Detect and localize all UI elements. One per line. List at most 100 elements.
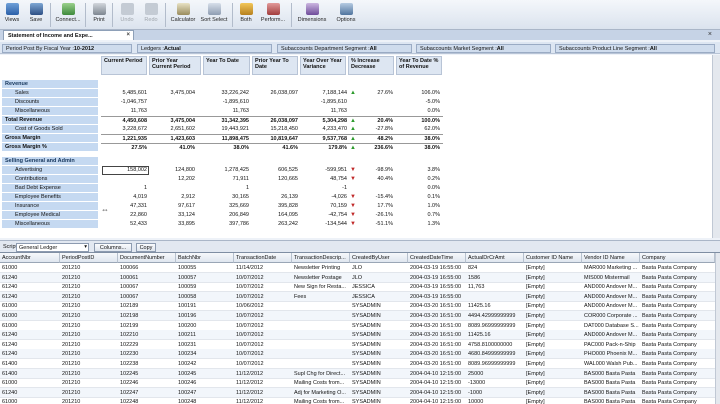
pivot-value-cell[interactable]: 33,226,242 xyxy=(221,90,249,96)
pivot-value-cell[interactable]: 1,278,425 xyxy=(225,167,249,173)
pivot-value-cell[interactable]: 12,202 xyxy=(178,176,195,182)
pivot-value-cell[interactable]: 2,651,602 xyxy=(171,126,195,132)
pivot-value-cell[interactable]: 26,038,097 xyxy=(270,118,298,124)
pivot-value-cell[interactable]: -15.4% xyxy=(376,194,393,200)
pivot-column-header[interactable]: Year Over Year Variance xyxy=(300,56,346,75)
grid-column-header[interactable]: Vendor ID Name xyxy=(582,253,640,263)
pivot-value-cell[interactable]: 325,669 xyxy=(229,203,249,209)
table-row[interactable]: 61240 201210 100067 100059 10/07/2012 New Sig… xyxy=(0,282,715,293)
table-row[interactable]: 61000 201210 102246 100246 11/12/2012 Mailing… xyxy=(0,378,715,389)
pivot-column-header[interactable]: % Increase Decrease xyxy=(348,56,394,75)
pivot-column-header[interactable]: Year To Date xyxy=(203,56,250,75)
grid-column-header[interactable]: PeriodPostID xyxy=(60,253,118,263)
pivot-row-label[interactable]: Total Revenue xyxy=(2,116,98,125)
filter-1[interactable]: Ledgers :Actual xyxy=(137,44,272,53)
pivot-value-cell[interactable]: 71,911 xyxy=(233,176,249,182)
pivot-value-cell[interactable]: 236.6% xyxy=(374,145,393,151)
pivot-value-cell[interactable]: 120,665 xyxy=(278,176,298,182)
table-row[interactable]: 61000 201210 102189 100191 10/06/2012 SYSADMI… xyxy=(0,301,715,312)
pivot-value-cell[interactable]: 11,763 xyxy=(331,108,347,114)
close-window-icon[interactable]: × xyxy=(708,31,712,38)
pivot-value-cell[interactable]: -1,895,610 xyxy=(223,99,249,105)
pivot-row-label[interactable]: Employee Medical xyxy=(2,211,98,220)
pivot-value-cell[interactable]: 33,124 xyxy=(178,212,195,218)
table-row[interactable]: 61400 201210 102245 100245 11/12/2012 Supl Ch… xyxy=(0,368,715,379)
pivot-value-cell[interactable]: 11,763 xyxy=(233,108,249,114)
pivot-value-cell[interactable]: 7,188,144 xyxy=(323,90,347,96)
table-row[interactable]: 61240 201210 102247 100247 11/12/2012 Adj for… xyxy=(0,387,715,398)
pivot-value-cell[interactable]: -1 xyxy=(342,185,347,191)
pivot-value-cell[interactable]: -42,754 xyxy=(328,212,347,218)
pivot-value-cell[interactable]: 4,019 xyxy=(133,194,147,200)
grid-column-header[interactable]: TransactionDescrip... xyxy=(292,253,350,263)
columns-button[interactable]: Columns... xyxy=(94,243,132,252)
pivot-row-label[interactable]: Gross Margin % xyxy=(2,143,98,152)
pivot-row-label[interactable]: Insurance xyxy=(2,202,98,211)
pivot-row-label[interactable]: Selling General and Admin xyxy=(2,157,98,166)
tab-statement-of-income[interactable]: Statement of Income and Expe... × xyxy=(3,30,134,40)
grid-column-header[interactable]: Customer ID Name xyxy=(524,253,582,263)
pivot-value-cell[interactable]: 38.0% xyxy=(233,145,249,151)
pivot-value-cell[interactable]: 1 xyxy=(246,185,249,191)
pivot-value-cell[interactable]: 27.6% xyxy=(377,90,393,96)
table-row[interactable]: 61240 201210 100067 100058 10/07/2012 Fees JES… xyxy=(0,291,715,302)
pivot-value-cell[interactable]: -1,046,757 xyxy=(121,99,147,105)
pivot-value-cell[interactable]: 1.3% xyxy=(427,221,440,227)
pivot-value-cell[interactable]: 0.1% xyxy=(427,194,440,200)
pivot-value-cell[interactable]: 0.2% xyxy=(427,176,440,182)
grid-column-header[interactable]: BatchNbr xyxy=(176,253,234,263)
script-select[interactable]: General Ledger ▾ xyxy=(16,243,89,252)
filter-0[interactable]: Period Post By Fiscal Year :10-2012 xyxy=(2,44,132,53)
pivot-value-cell[interactable]: -599,951 xyxy=(325,167,347,173)
pivot-value-cell[interactable]: -51.1% xyxy=(376,221,393,227)
pivot-value-cell[interactable]: 41.0% xyxy=(179,145,195,151)
pivot-row-label[interactable]: Contributions xyxy=(2,175,98,184)
pivot-column-header[interactable]: Prior Year Current Period xyxy=(149,56,201,75)
pivot-row-label[interactable]: Gross Margin xyxy=(2,134,98,143)
print-button[interactable]: Print xyxy=(88,0,110,30)
pivot-vertical-scrollbar[interactable] xyxy=(712,55,720,238)
pivot-value-cell[interactable]: 179.8% xyxy=(328,145,347,151)
filter-2[interactable]: Subaccounts Department Segment :All xyxy=(277,44,412,53)
table-row[interactable]: 61000 201210 102198 100196 10/07/2012 SYSADMI… xyxy=(0,311,715,321)
pivot-column-header[interactable]: Current Period xyxy=(101,56,147,75)
pivot-value-cell[interactable]: 27.5% xyxy=(131,145,147,151)
grid-column-header[interactable]: CreatedByUser xyxy=(350,253,408,263)
pivot-value-cell[interactable]: 2,912 xyxy=(181,194,195,200)
table-row[interactable]: 61240 201210 100061 100057 10/07/2012 Newslet… xyxy=(0,272,715,283)
pivot-row-label[interactable]: Miscellaneous xyxy=(2,220,98,229)
pivot-row-label[interactable]: Sales xyxy=(2,89,98,98)
pivot-value-cell[interactable]: -5.0% xyxy=(426,99,440,105)
grid-column-header[interactable]: Company xyxy=(640,253,715,263)
dimensions-button[interactable]: Dimensions xyxy=(294,0,330,30)
pivot-value-cell[interactable]: 48,754 xyxy=(330,176,347,182)
pivot-value-cell[interactable]: 606,525 xyxy=(278,167,298,173)
pivot-value-cell[interactable]: 3.8% xyxy=(427,167,440,173)
pivot-row-label[interactable]: Cost of Goods Sold xyxy=(2,125,98,134)
undo-button[interactable]: Undo xyxy=(115,0,139,30)
options-button[interactable]: Options xyxy=(330,0,362,30)
pivot-value-cell[interactable]: 5,304,298 xyxy=(323,118,347,124)
table-row[interactable]: 61000 201210 102199 100200 10/07/2012 SYSADMI… xyxy=(0,321,715,331)
pivot-value-cell[interactable]: 52,433 xyxy=(130,221,147,227)
pivot-value-cell[interactable]: 395,828 xyxy=(278,203,298,209)
grid-vertical-scrollbar[interactable] xyxy=(715,253,720,404)
pivot-value-cell[interactable]: 62.0% xyxy=(424,126,440,132)
pivot-value-cell[interactable]: 26,139 xyxy=(281,194,298,200)
pivot-value-cell[interactable]: 206,849 xyxy=(229,212,249,218)
pivot-value-cell[interactable]: 5,485,601 xyxy=(123,90,147,96)
table-row[interactable]: 61240 201210 102229 100231 10/07/2012 SYSADMI… xyxy=(0,340,715,350)
pivot-value-cell[interactable]: 0.7% xyxy=(427,212,440,218)
pivot-value-cell[interactable]: 164,095 xyxy=(278,212,298,218)
pivot-value-cell[interactable]: -134,544 xyxy=(325,221,347,227)
pivot-value-cell[interactable]: 38.0% xyxy=(424,145,440,151)
pivot-value-cell[interactable]: 263,242 xyxy=(278,221,298,227)
pivot-value-cell[interactable]: 3,228,672 xyxy=(123,126,147,132)
pivot-value-cell[interactable]: 11,763 xyxy=(131,108,147,114)
filter-4[interactable]: Subaccounts Product Line Segment :All xyxy=(555,44,715,53)
pivot-value-cell[interactable]: 124,800 xyxy=(175,167,195,173)
pivot-value-cell[interactable]: 17.7% xyxy=(377,203,393,209)
pivot-row-label[interactable]: Revenue xyxy=(2,80,98,89)
pivot-value-cell[interactable]: 26,038,097 xyxy=(270,90,298,96)
pivot-value-cell[interactable]: 3,475,004 xyxy=(171,90,195,96)
